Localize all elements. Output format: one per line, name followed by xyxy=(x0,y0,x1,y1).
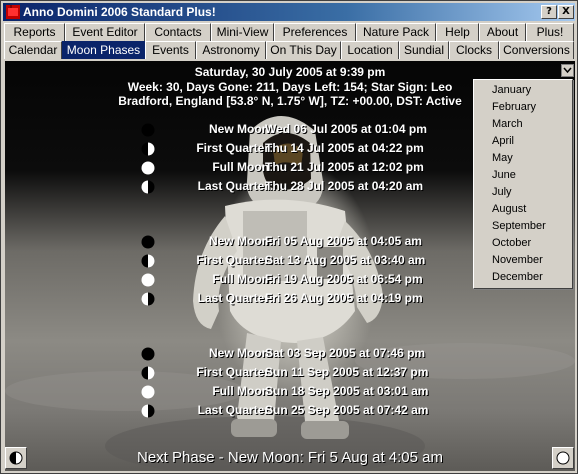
new-moon-icon xyxy=(141,347,155,361)
last-quarter-moon-icon xyxy=(9,451,23,465)
phase-name: Full Moon: xyxy=(212,272,273,286)
phase-datetime: Sat 13 Aug 2005 at 03:40 am xyxy=(265,253,426,267)
moon-phase-row: New Moon: Wed 06 Jul 2005 at 01:04 pm xyxy=(141,122,471,138)
tab-on-this-day[interactable]: On This Day xyxy=(266,41,341,59)
phase-name: Last Quarter: xyxy=(197,179,273,193)
moon-phase-row: Full Moon: Sun 18 Sep 2005 at 03:01 am xyxy=(141,384,471,400)
moon-phase-row: First Quarter: Sat 13 Aug 2005 at 03:40 a… xyxy=(141,253,471,269)
phase-datetime: Sun 11 Sep 2005 at 12:37 pm xyxy=(265,365,429,379)
tab-preferences[interactable]: Preferences xyxy=(274,23,356,41)
phase-name: New Moon: xyxy=(209,234,273,248)
chevron-down-icon xyxy=(563,67,572,74)
window-title: Anno Domini 2006 Standard Plus! xyxy=(23,5,216,19)
tab-astronomy[interactable]: Astronomy xyxy=(196,41,266,59)
moon-phase-row: Full Moon: Thu 21 Jul 2005 at 12:02 pm xyxy=(141,160,471,176)
previous-phase-button[interactable] xyxy=(5,447,27,469)
new-moon-icon xyxy=(141,235,155,249)
phase-name: Full Moon: xyxy=(212,384,273,398)
tab-contacts[interactable]: Contacts xyxy=(145,23,211,41)
tab-plus[interactable]: Plus! xyxy=(526,23,574,41)
phase-datetime: Sun 25 Sep 2005 at 07:42 am xyxy=(265,403,429,417)
app-logo-icon xyxy=(6,5,20,19)
tab-location[interactable]: Location xyxy=(341,41,399,59)
month-menu-item[interactable]: December xyxy=(492,269,543,286)
month-dropdown-toggle[interactable] xyxy=(561,64,574,77)
tab-about[interactable]: About xyxy=(479,23,526,41)
month-menu-item[interactable]: August xyxy=(492,201,526,218)
moon-phase-row: Full Moon: Fri 19 Aug 2005 at 06:54 pm xyxy=(141,272,471,288)
tab-nature-pack[interactable]: Nature Pack xyxy=(356,23,436,41)
new-moon-icon xyxy=(141,123,155,137)
phase-datetime: Thu 28 Jul 2005 at 04:20 am xyxy=(265,179,424,193)
tab-sundial[interactable]: Sundial xyxy=(399,41,449,59)
month-menu-item[interactable]: February xyxy=(492,99,536,116)
tab-conversions[interactable]: Conversions xyxy=(499,41,574,59)
month-menu-item[interactable]: June xyxy=(492,167,516,184)
phase-datetime: Sun 18 Sep 2005 at 03:01 am xyxy=(265,384,429,398)
phase-datetime: Sat 03 Sep 2005 at 07:46 pm xyxy=(265,346,426,360)
tab-reports[interactable]: Reports xyxy=(4,23,65,41)
month-dropdown-menu: January February March April May June Ju… xyxy=(473,79,573,289)
next-phase-label: Next Phase - New Moon: Fri 5 Aug at 4:05… xyxy=(137,449,443,466)
first-quarter-icon xyxy=(141,142,155,156)
tab-event-editor[interactable]: Event Editor xyxy=(65,23,145,41)
phase-name: First Quarter: xyxy=(196,141,273,155)
moon-phase-row: Last Quarter: Sun 25 Sep 2005 at 07:42 am xyxy=(141,403,471,419)
title-bar[interactable]: Anno Domini 2006 Standard Plus! ? X xyxy=(3,3,575,21)
moon-phase-row: First Quarter: Sun 11 Sep 2005 at 12:37 p… xyxy=(141,365,471,381)
moon-phase-row: New Moon: Fri 05 Aug 2005 at 04:05 am xyxy=(141,234,471,250)
phase-datetime: Wed 06 Jul 2005 at 01:04 pm xyxy=(265,122,427,136)
phase-name: Full Moon: xyxy=(212,160,273,174)
phase-name: First Quarter: xyxy=(196,253,273,267)
close-button[interactable]: X xyxy=(558,5,574,19)
tab-calendar[interactable]: Calendar xyxy=(4,41,62,59)
phase-datetime: Fri 19 Aug 2005 at 06:54 pm xyxy=(265,272,423,286)
moon-phase-row: Last Quarter: Thu 28 Jul 2005 at 04:20 am xyxy=(141,179,471,195)
moon-phase-row: New Moon: Sat 03 Sep 2005 at 07:46 pm xyxy=(141,346,471,362)
month-menu-item[interactable]: November xyxy=(492,252,543,269)
phase-name: New Moon: xyxy=(209,122,273,136)
month-menu-item[interactable]: January xyxy=(492,82,531,99)
phase-datetime: Fri 26 Aug 2005 at 04:19 pm xyxy=(265,291,423,305)
phase-name: First Quarter: xyxy=(196,365,273,379)
phase-datetime: Fri 05 Aug 2005 at 04:05 am xyxy=(265,234,422,248)
tab-clocks[interactable]: Clocks xyxy=(449,41,499,59)
app-window: Anno Domini 2006 Standard Plus! ? X Repo… xyxy=(0,0,578,474)
tab-events[interactable]: Events xyxy=(145,41,196,59)
first-quarter-icon xyxy=(141,254,155,268)
moon-phase-row: Last Quarter: Fri 26 Aug 2005 at 04:19 pm xyxy=(141,291,471,307)
tab-mini-view[interactable]: Mini-View xyxy=(211,23,274,41)
phase-name: Last Quarter: xyxy=(197,403,273,417)
full-moon-icon xyxy=(141,161,155,175)
phase-datetime: Thu 14 Jul 2005 at 04:22 pm xyxy=(265,141,424,155)
first-quarter-icon xyxy=(141,366,155,380)
help-button[interactable]: ? xyxy=(541,5,557,19)
phase-name: New Moon: xyxy=(209,346,273,360)
phase-name: Last Quarter: xyxy=(197,291,273,305)
last-quarter-icon xyxy=(141,404,155,418)
last-quarter-icon xyxy=(141,292,155,306)
tab-moon-phases[interactable]: Moon Phases xyxy=(62,41,145,59)
month-menu-item[interactable]: March xyxy=(492,116,523,133)
last-quarter-icon xyxy=(141,180,155,194)
full-moon-icon xyxy=(141,385,155,399)
month-menu-item[interactable]: October xyxy=(492,235,531,252)
month-menu-item[interactable]: May xyxy=(492,150,513,167)
current-date-line: Saturday, 30 July 2005 at 9:39 pm xyxy=(194,65,386,79)
next-phase-button[interactable] xyxy=(552,447,574,469)
month-menu-item[interactable]: September xyxy=(492,218,546,235)
phase-datetime: Thu 21 Jul 2005 at 12:02 pm xyxy=(265,160,424,174)
full-moon-icon xyxy=(141,273,155,287)
full-moon-icon xyxy=(556,451,570,465)
moon-phase-row: First Quarter: Thu 14 Jul 2005 at 04:22 p… xyxy=(141,141,471,157)
tab-help[interactable]: Help xyxy=(436,23,479,41)
month-menu-item[interactable]: July xyxy=(492,184,512,201)
month-menu-item[interactable]: April xyxy=(492,133,514,150)
